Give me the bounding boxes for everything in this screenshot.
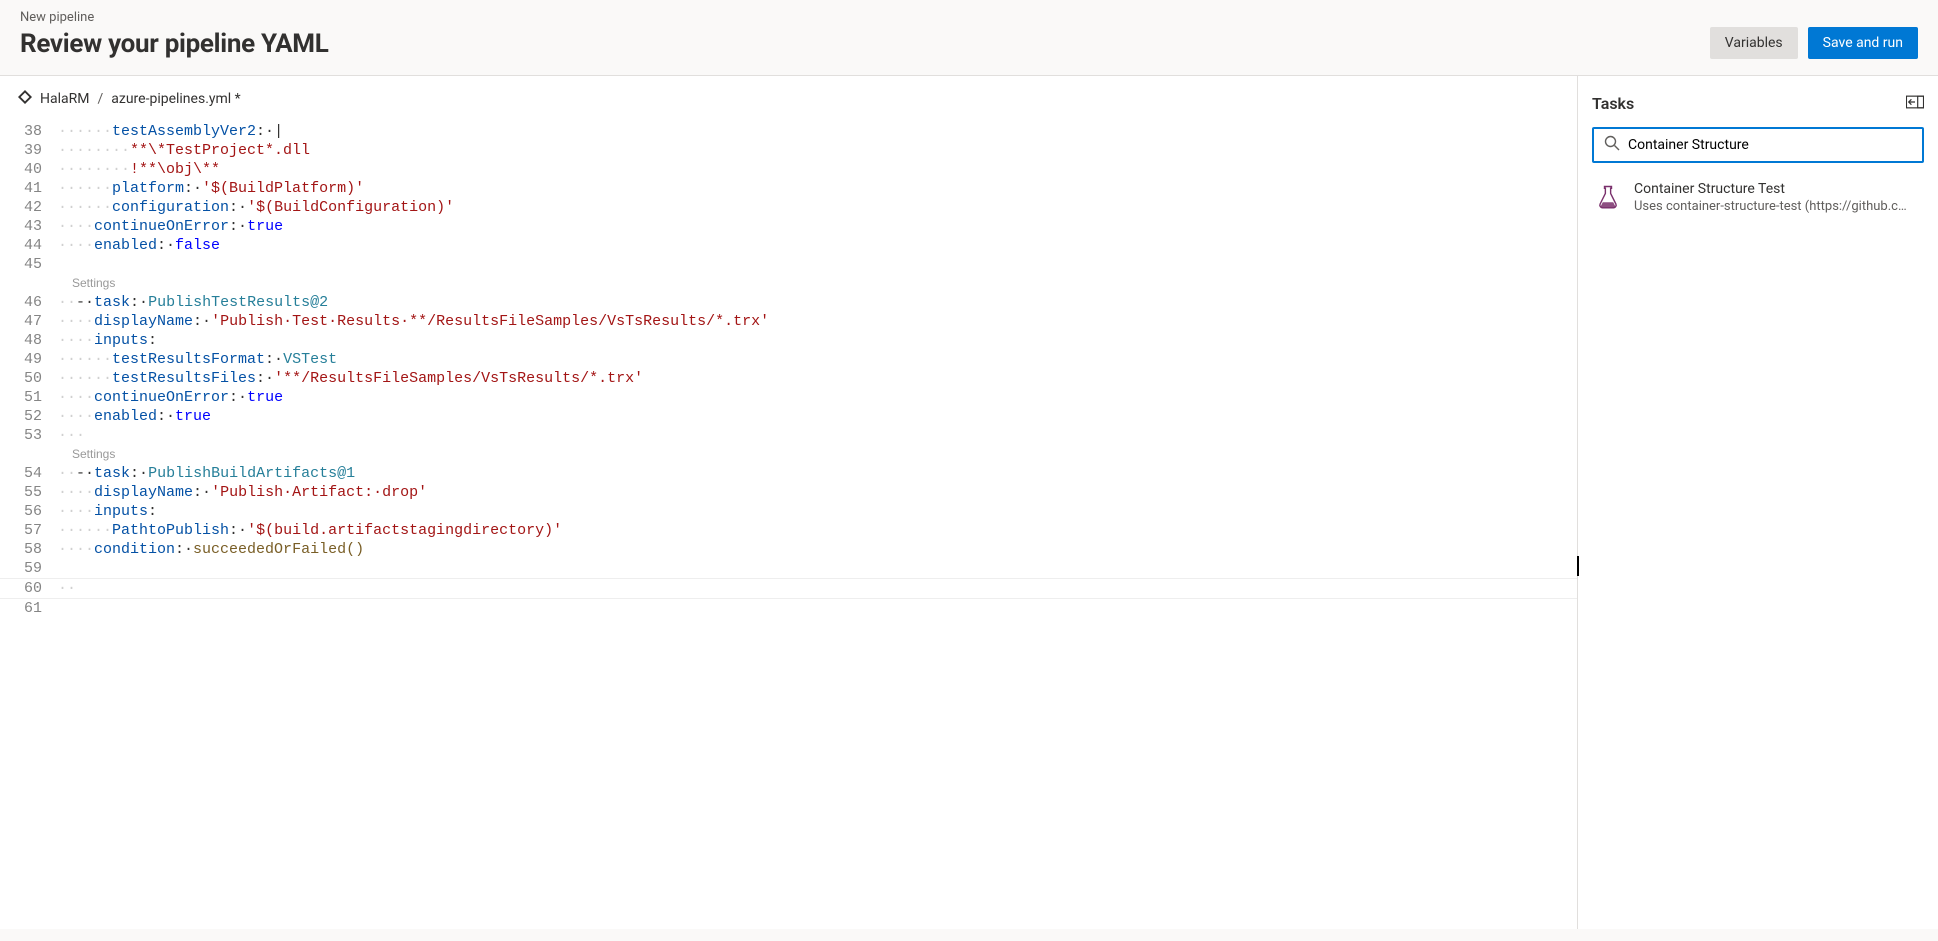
tasks-heading: Tasks (1592, 94, 1634, 113)
code-line[interactable]: 53··· (0, 426, 1577, 445)
code-line[interactable]: 43····continueOnError:·true (0, 217, 1577, 236)
line-content[interactable]: ····displayName:·'Publish·Artifact:·drop… (58, 483, 1577, 502)
line-number: 48 (0, 331, 58, 350)
file-name[interactable]: azure-pipelines.yml * (111, 91, 240, 107)
task-result-title: Container Structure Test (1634, 181, 1914, 197)
code-line[interactable]: 58····condition:·succeededOrFailed() (0, 540, 1577, 559)
line-content[interactable]: ····enabled:·true (58, 407, 1577, 426)
search-icon (1604, 135, 1620, 155)
task-results-list: Container Structure Test Uses container-… (1592, 177, 1924, 219)
save-and-run-button[interactable]: Save and run (1808, 27, 1918, 59)
code-line[interactable]: 61 (0, 599, 1577, 618)
line-content[interactable]: ··-·task:·PublishTestResults@2 (58, 293, 1577, 312)
line-number: 51 (0, 388, 58, 407)
line-content[interactable]: ····enabled:·false (58, 236, 1577, 255)
tasks-panel: Tasks Container Structure Test Uses cont… (1578, 76, 1938, 929)
code-line[interactable]: 40········!**\obj\** (0, 160, 1577, 179)
panel-resize-handle[interactable] (1577, 556, 1579, 576)
code-line[interactable]: 39········**\*TestProject*.dll (0, 141, 1577, 160)
task-search-box[interactable] (1592, 127, 1924, 163)
line-number: 60 (0, 579, 58, 598)
code-line[interactable]: 59 (0, 559, 1577, 578)
line-number: 47 (0, 312, 58, 331)
code-editor[interactable]: 38······testAssemblyVer2:·|39········**\… (0, 122, 1577, 929)
line-content[interactable]: ······testResultsFormat:·VSTest (58, 350, 1577, 369)
code-line[interactable]: 55····displayName:·'Publish·Artifact:·dr… (0, 483, 1577, 502)
line-content[interactable]: ······testAssemblyVer2:·| (58, 122, 1577, 141)
line-number: 39 (0, 141, 58, 160)
code-line[interactable]: 44····enabled:·false (0, 236, 1577, 255)
code-line[interactable]: 54··-·task:·PublishBuildArtifacts@1 (0, 464, 1577, 483)
code-line[interactable]: 42······configuration:·'$(BuildConfigura… (0, 198, 1577, 217)
line-content[interactable]: ··-·task:·PublishBuildArtifacts@1 (58, 464, 1577, 483)
line-number: 42 (0, 198, 58, 217)
editor-pane: HalaRM / azure-pipelines.yml * 38······t… (0, 76, 1578, 929)
codelens-settings[interactable]: Settings (14, 274, 1577, 293)
line-number: 53 (0, 426, 58, 445)
code-line[interactable]: 45 (0, 255, 1577, 274)
code-line[interactable]: 49······testResultsFormat:·VSTest (0, 350, 1577, 369)
line-number: 61 (0, 599, 58, 618)
task-result-desc: Uses container-structure-test (https://g… (1634, 199, 1914, 214)
code-line[interactable]: 46··-·task:·PublishTestResults@2 (0, 293, 1577, 312)
code-line[interactable]: 38······testAssemblyVer2:·| (0, 122, 1577, 141)
page-title: Review your pipeline YAML (20, 29, 329, 59)
repo-name[interactable]: HalaRM (40, 91, 89, 107)
page-header: New pipeline Review your pipeline YAML V… (0, 0, 1938, 76)
line-content[interactable]: ··· (58, 426, 1577, 445)
line-number: 57 (0, 521, 58, 540)
line-content[interactable]: ·· (58, 579, 1577, 598)
header-left: New pipeline Review your pipeline YAML (20, 10, 329, 59)
line-number: 43 (0, 217, 58, 236)
line-number: 52 (0, 407, 58, 426)
line-number: 49 (0, 350, 58, 369)
task-search-input[interactable] (1628, 137, 1912, 153)
line-content[interactable]: ····inputs: (58, 502, 1577, 521)
file-bar: HalaRM / azure-pipelines.yml * (0, 76, 1577, 122)
line-number: 44 (0, 236, 58, 255)
beaker-icon (1594, 181, 1622, 215)
fullscreen-icon[interactable] (1906, 94, 1924, 113)
code-line[interactable]: 48····inputs: (0, 331, 1577, 350)
code-line[interactable]: 52····enabled:·true (0, 407, 1577, 426)
header-actions: Variables Save and run (1710, 27, 1918, 59)
line-content[interactable]: ········!**\obj\** (58, 160, 1577, 179)
line-content[interactable]: ····displayName:·'Publish·Test·Results·*… (58, 312, 1577, 331)
line-content[interactable]: ····continueOnError:·true (58, 388, 1577, 407)
line-content[interactable]: ····continueOnError:·true (58, 217, 1577, 236)
code-line[interactable]: 41······platform:·'$(BuildPlatform)' (0, 179, 1577, 198)
codelens-settings[interactable]: Settings (14, 445, 1577, 464)
code-line[interactable]: 47····displayName:·'Publish·Test·Results… (0, 312, 1577, 331)
line-number: 58 (0, 540, 58, 559)
line-content[interactable]: ······testResultsFiles:·'**/ResultsFileS… (58, 369, 1577, 388)
variables-button[interactable]: Variables (1710, 27, 1798, 59)
line-content[interactable]: ······PathtoPublish:·'$(build.artifactst… (58, 521, 1577, 540)
code-line[interactable]: 56····inputs: (0, 502, 1577, 521)
repo-icon (18, 90, 32, 108)
line-number: 54 (0, 464, 58, 483)
task-result-item[interactable]: Container Structure Test Uses container-… (1592, 177, 1924, 219)
line-number: 50 (0, 369, 58, 388)
line-content[interactable]: ······configuration:·'$(BuildConfigurati… (58, 198, 1577, 217)
line-content[interactable]: ······platform:·'$(BuildPlatform)' (58, 179, 1577, 198)
code-line[interactable]: 50······testResultsFiles:·'**/ResultsFil… (0, 369, 1577, 388)
line-number: 45 (0, 255, 58, 274)
line-content[interactable]: ········**\*TestProject*.dll (58, 141, 1577, 160)
line-content[interactable]: ····inputs: (58, 331, 1577, 350)
line-number: 40 (0, 160, 58, 179)
breadcrumb-sep: / (97, 91, 103, 107)
line-number: 59 (0, 559, 58, 578)
line-content[interactable]: ····condition:·succeededOrFailed() (58, 540, 1577, 559)
line-number: 46 (0, 293, 58, 312)
main: HalaRM / azure-pipelines.yml * 38······t… (0, 76, 1938, 929)
code-line[interactable]: 51····continueOnError:·true (0, 388, 1577, 407)
tasks-header: Tasks (1592, 94, 1924, 113)
line-number: 41 (0, 179, 58, 198)
line-number: 55 (0, 483, 58, 502)
code-line[interactable]: 57······PathtoPublish:·'$(build.artifact… (0, 521, 1577, 540)
breadcrumb: New pipeline (20, 10, 329, 25)
line-number: 56 (0, 502, 58, 521)
code-line[interactable]: 60·· (0, 578, 1577, 599)
line-number: 38 (0, 122, 58, 141)
